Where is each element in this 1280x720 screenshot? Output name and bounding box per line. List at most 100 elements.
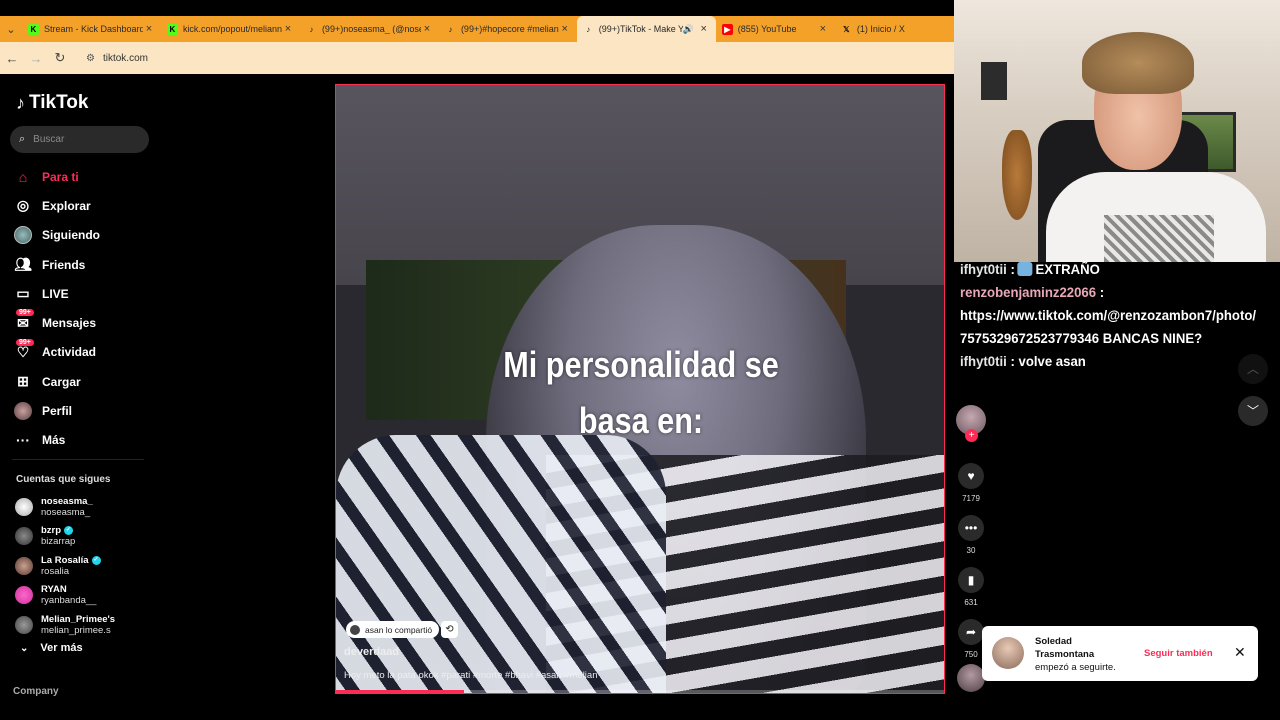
compass-icon: ◎ (16, 197, 30, 214)
comment-icon: ••• (958, 515, 984, 541)
save-button[interactable]: ▮ 631 (955, 567, 987, 619)
avatar (15, 497, 33, 516)
caption-line: Mi personalidad se (503, 344, 779, 385)
account-handle: melian_primee.s (41, 624, 111, 636)
chat-text: volve asan (1018, 353, 1086, 369)
nav-item-siguiendo[interactable]: Siguiendo (14, 221, 100, 250)
tiktok-note-icon: ♪ (16, 92, 25, 113)
nav-item-live[interactable]: ▭ LIVE (14, 279, 100, 308)
follow-back-button[interactable]: Seguir también (1144, 648, 1213, 659)
activity-icon: ♡ (16, 343, 30, 360)
browser-tab[interactable]: 𝕏 (1) Inicio / X (835, 16, 954, 42)
video-player[interactable]: Mi personalidad se basa en: asan lo comp… (335, 84, 945, 694)
nav-label: Friends (42, 257, 86, 272)
browser-tab[interactable]: ♪ (99+)noseasma_ (@noseasma × (300, 16, 439, 42)
avatar (15, 586, 33, 605)
guitar (1002, 130, 1032, 220)
back-icon[interactable]: ← (0, 51, 24, 66)
speaker-icon[interactable]: 🔊 (683, 24, 694, 35)
tab-title: (99+)TikTok - Make Yo (598, 24, 683, 34)
verified-badge-icon: ✓ (64, 526, 74, 536)
see-more-button[interactable]: ⌄ Ver más (20, 642, 83, 654)
video-progress-fill (336, 690, 465, 693)
browser-tab[interactable]: K Stream - Kick Dashboard × (22, 16, 161, 42)
save-count: 631 (964, 598, 978, 607)
heart-icon: ♥ (958, 463, 984, 489)
chat-text: EXTRAÑO (1035, 261, 1100, 277)
tab-close-icon[interactable]: × (559, 23, 571, 35)
nav-label: Actividad (42, 345, 97, 360)
follow-notification: Soledad Trasmontana empezó a seguirte. S… (982, 626, 1258, 681)
nav-item-actividad[interactable]: ♡ 99+ Actividad (14, 338, 100, 367)
reload-icon[interactable]: ↻ (48, 50, 72, 66)
following-account[interactable]: bzrp ✓ bizarrap (15, 522, 115, 552)
tab-title: kick.com/popout/meliann (182, 24, 282, 34)
next-video-button[interactable]: ﹀ (1238, 396, 1268, 426)
streamer-hair (1082, 32, 1194, 94)
search-input[interactable]: ⌕ Buscar (10, 126, 149, 153)
repost-icon[interactable]: ⟲ (441, 621, 458, 638)
creator-avatar-button[interactable]: + (955, 405, 987, 463)
tiktok-logo[interactable]: ♪ TikTok (16, 92, 88, 114)
following-section-title: Cuentas que sigues (16, 474, 111, 485)
nav-label: Mensajes (42, 316, 97, 331)
tab-title: Stream - Kick Dashboard (43, 24, 143, 34)
shirt-print (1104, 215, 1214, 262)
video-author[interactable]: deverdaad (344, 646, 399, 658)
tab-search-chevron-icon[interactable]: ⌄ (0, 16, 22, 42)
address-bar[interactable]: ⚙ tiktok.com (80, 47, 940, 69)
following-account[interactable]: La Rosalía ✓ rosalia (15, 551, 115, 581)
nav-item-cargar[interactable]: ⊞ Cargar (14, 367, 100, 396)
nav-label: Cargar (42, 374, 81, 389)
account-handle: noseasma_ (41, 506, 91, 518)
video-description: Hoy meto la pata okok #parati #morte #bh… (344, 670, 598, 681)
close-icon[interactable]: ✕ (1234, 644, 1246, 661)
nav-item-friends[interactable]: 👥︎ Friends (14, 250, 100, 279)
tab-close-icon[interactable]: × (282, 23, 294, 35)
following-account[interactable]: RYAN ryanbanda__ (15, 581, 115, 611)
company-link[interactable]: Company (13, 686, 59, 697)
site-info-icon[interactable]: ⚙ (86, 53, 95, 64)
tab-close-icon[interactable]: × (698, 23, 710, 35)
browser-tab-active[interactable]: ♪ (99+)TikTok - Make Yo 🔊 × (576, 16, 716, 42)
sidebar: ♪ TikTok ⌕ Buscar ⌂ Para ti ◎ Explorar S… (0, 74, 160, 720)
nav-item-para-ti[interactable]: ⌂ Para ti (14, 162, 100, 191)
following-account[interactable]: noseasma_ noseasma_ (15, 492, 115, 522)
chat-username: ifhyt0tii (960, 353, 1007, 369)
comment-count: 30 (966, 546, 976, 555)
browser-tab[interactable]: ▶ (855) YouTube × (716, 16, 835, 42)
search-placeholder: Buscar (33, 134, 65, 145)
tiktok-icon: ♪ (448, 24, 453, 34)
account-handle: ryanbanda__ (41, 595, 97, 607)
sidebar-divider (12, 459, 144, 460)
account-name: bzrp (41, 525, 62, 537)
avatar (350, 624, 360, 635)
comment-button[interactable]: ••• 30 (955, 515, 987, 567)
share-count: 750 (964, 650, 978, 659)
chat-username: ifhyt0tii (960, 261, 1007, 277)
tab-close-icon[interactable]: × (817, 23, 829, 35)
notification-text: empezó a seguirte. (1035, 662, 1116, 673)
avatar[interactable] (957, 664, 985, 692)
nav-item-perfil[interactable]: Perfil (14, 396, 100, 425)
notification-user[interactable]: Soledad Trasmontana (1035, 635, 1115, 661)
tab-title: (99+)noseasma_ (@noseasma (321, 24, 421, 34)
avatar[interactable] (992, 637, 1024, 669)
shared-by-pill[interactable]: asan lo compartió (346, 621, 440, 638)
nav-item-mensajes[interactable]: ✉ 99+ Mensajes (14, 308, 100, 337)
tab-close-icon[interactable]: × (143, 23, 155, 35)
nav-item-explorar[interactable]: ◎ Explorar (14, 191, 100, 220)
browser-tab[interactable]: K kick.com/popout/meliann × (161, 16, 300, 42)
tab-close-icon[interactable]: × (421, 23, 433, 35)
nav-item-mas[interactable]: ··· Más (14, 426, 100, 455)
friends-icon: 👥︎ (14, 256, 32, 273)
chat-message: ifhyt0tii : volve asan (960, 353, 1086, 369)
video-progress-bar[interactable] (336, 690, 944, 693)
forward-icon[interactable]: → (24, 51, 48, 66)
follow-plus-icon[interactable]: + (965, 429, 978, 442)
browser-tab[interactable]: ♪ (99+)#hopecore #melian × (439, 16, 577, 42)
see-more-label: Ver más (40, 642, 83, 654)
following-account[interactable]: Melian_Primee's melian_primee.s (15, 610, 115, 640)
like-button[interactable]: ♥ 7179 (955, 463, 987, 515)
screen: ⌄ K Stream - Kick Dashboard × K kick.com… (0, 0, 1280, 720)
